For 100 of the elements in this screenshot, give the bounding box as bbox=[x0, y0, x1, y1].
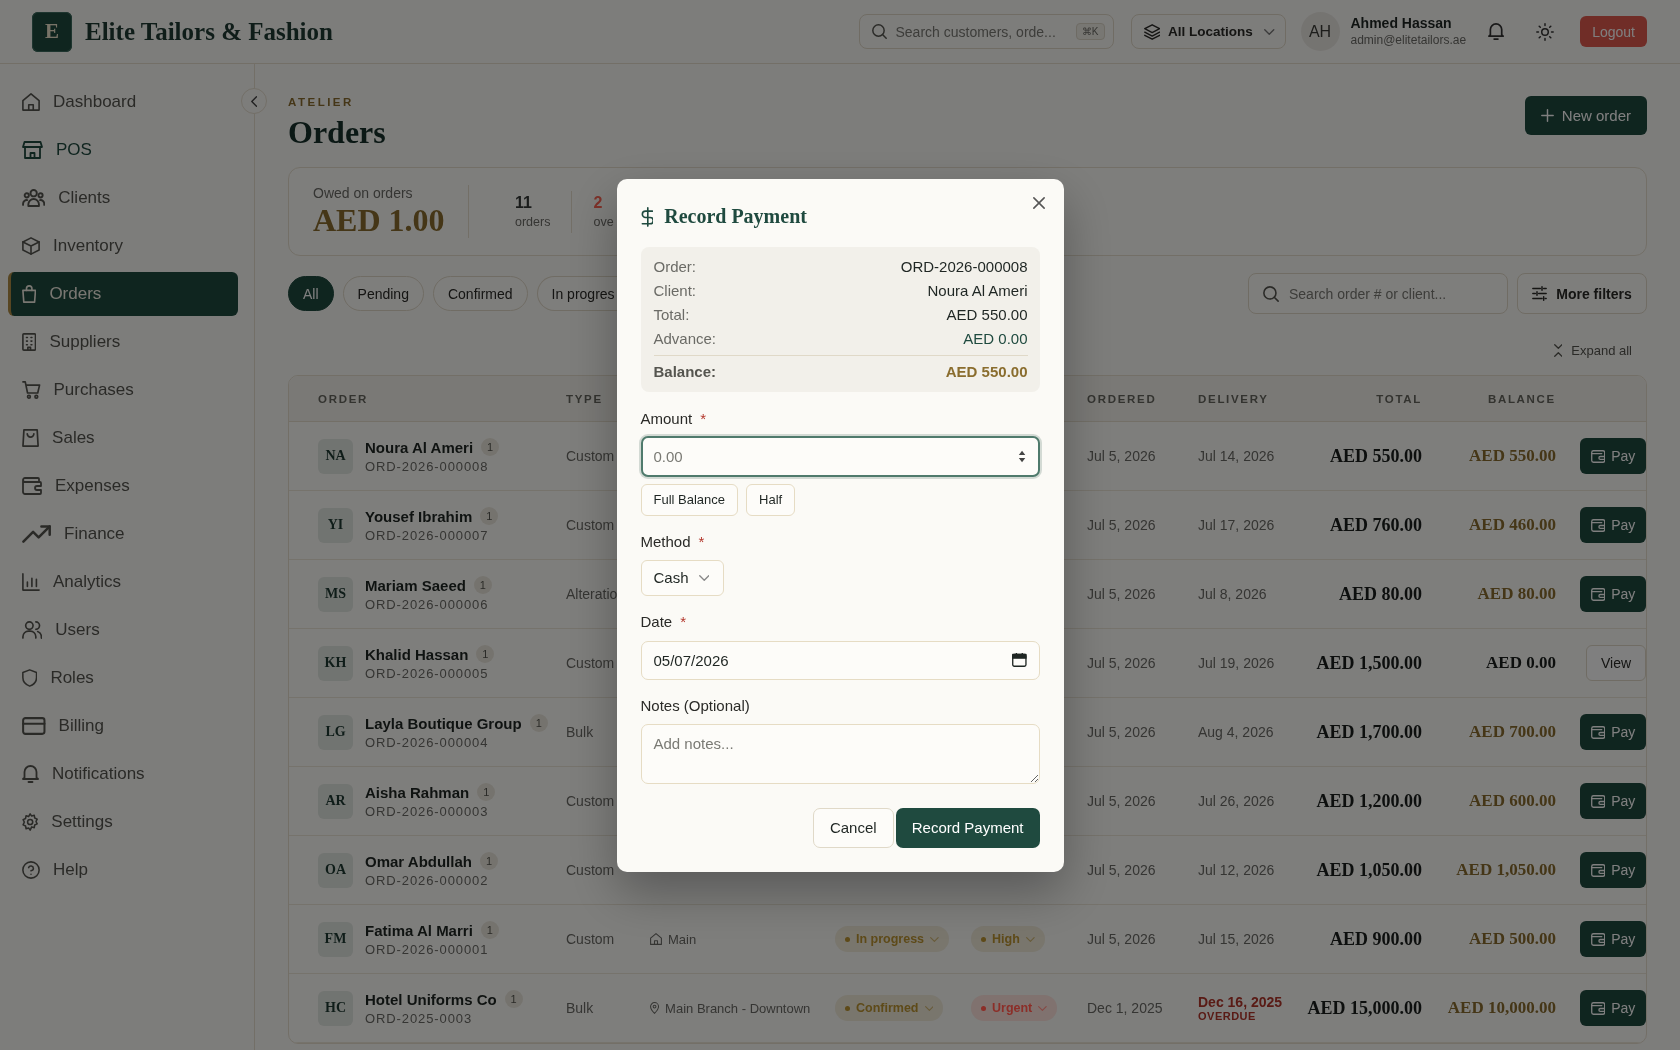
amount-field[interactable]: 0.00 bbox=[640, 435, 1040, 477]
map-pin-icon bbox=[650, 1002, 660, 1014]
ordered-date: Jul 5, 2026 bbox=[1087, 931, 1156, 947]
notes-field[interactable]: Add notes... bbox=[640, 723, 1040, 784]
bell-icon bbox=[22, 765, 39, 783]
sidebar-item[interactable]: Notifications bbox=[8, 752, 238, 796]
sidebar-item[interactable]: Users bbox=[8, 608, 238, 652]
sidebar-item[interactable]: Dashboard bbox=[8, 80, 238, 124]
filter-chip[interactable]: Pending bbox=[342, 276, 424, 311]
summary-value: AED 0.00 bbox=[963, 328, 1028, 349]
pay-button[interactable]: Pay bbox=[1580, 438, 1646, 474]
order-type: Bulk bbox=[566, 724, 594, 740]
user-name: Ahmed Hassan bbox=[1350, 14, 1453, 32]
filter-chip[interactable]: Confirmed bbox=[432, 276, 528, 311]
wallet-icon bbox=[1590, 794, 1606, 808]
logout-button[interactable]: Logout bbox=[1580, 16, 1647, 47]
cart-icon bbox=[22, 381, 41, 399]
pay-button[interactable]: Pay bbox=[1580, 507, 1646, 543]
order-total: AED 900.00 bbox=[1330, 928, 1422, 950]
user-avatar[interactable]: AH bbox=[1300, 12, 1340, 51]
cancel-button[interactable]: Cancel bbox=[812, 807, 894, 848]
sidebar-item[interactable]: Roles bbox=[8, 656, 238, 700]
filter-chip[interactable]: In progres bbox=[536, 276, 618, 311]
order-search-input[interactable]: Search order # or client... bbox=[1289, 285, 1493, 302]
method-select[interactable]: Cash bbox=[640, 559, 724, 596]
sidebar-item[interactable]: Help bbox=[8, 848, 238, 892]
item-count: 1 bbox=[480, 507, 499, 525]
dialog-title: Record Payment bbox=[664, 205, 807, 228]
shield-icon bbox=[22, 669, 38, 687]
chevrons-icon bbox=[1553, 343, 1563, 357]
status-chip[interactable]: In progress bbox=[835, 926, 949, 952]
search-input[interactable]: Search customers, orde... bbox=[895, 23, 1067, 40]
new-order-button[interactable]: New order bbox=[1524, 96, 1647, 135]
view-button[interactable]: View bbox=[1586, 645, 1646, 681]
summary-value: AED 550.00 bbox=[945, 361, 1028, 382]
expand-all-link[interactable]: Expand all bbox=[1553, 340, 1632, 360]
order-balance: AED 700.00 bbox=[1469, 722, 1556, 742]
quick-amount-button[interactable]: Half bbox=[746, 483, 796, 516]
record-payment-button[interactable]: Record Payment bbox=[895, 807, 1040, 848]
ordered-date: Jul 5, 2026 bbox=[1087, 448, 1156, 464]
order-total: AED 1,050.00 bbox=[1316, 859, 1422, 881]
filter-chip[interactable]: All bbox=[288, 276, 334, 311]
sidebar-item[interactable]: Sales bbox=[8, 416, 238, 460]
sidebar-item[interactable]: Finance bbox=[8, 512, 238, 556]
bag-icon bbox=[22, 285, 37, 303]
order-balance: AED 80.00 bbox=[1477, 584, 1556, 604]
chevron-down-icon bbox=[924, 1005, 934, 1011]
settings-icon bbox=[22, 813, 39, 831]
wallet-icon bbox=[1590, 932, 1606, 946]
sidebar-item[interactable]: Analytics bbox=[8, 560, 238, 604]
ordered-date: Jul 5, 2026 bbox=[1087, 862, 1156, 878]
order-number: ORD-2026-000007 bbox=[365, 528, 490, 543]
stepper-icon[interactable] bbox=[1018, 449, 1027, 463]
sidebar-item[interactable]: Expenses bbox=[8, 464, 238, 508]
location-select[interactable]: All Locations bbox=[1130, 14, 1286, 49]
sidebar-item[interactable]: Suppliers bbox=[8, 320, 238, 364]
sidebar-item[interactable]: Billing bbox=[8, 704, 238, 748]
delivery-date: Jul 14, 2026 bbox=[1198, 448, 1275, 464]
amount-input[interactable]: 0.00 bbox=[653, 447, 1009, 465]
order-search-field[interactable]: Search order # or client... bbox=[1248, 273, 1508, 314]
bell-icon[interactable] bbox=[1488, 23, 1505, 40]
pay-button[interactable]: Pay bbox=[1580, 990, 1646, 1026]
logo-mark[interactable]: E bbox=[32, 11, 72, 52]
sidebar-item[interactable]: Orders bbox=[8, 272, 238, 316]
delivery-date: Jul 26, 2026 bbox=[1198, 793, 1275, 809]
status-chip[interactable]: Confirmed bbox=[835, 995, 944, 1021]
close-icon[interactable] bbox=[1032, 196, 1045, 209]
priority-chip[interactable]: High bbox=[971, 926, 1045, 952]
home-icon bbox=[22, 93, 40, 111]
chevron-down-icon bbox=[698, 574, 710, 581]
sidebar-item[interactable]: Settings bbox=[8, 800, 238, 844]
date-input[interactable]: 05/07/2026 bbox=[653, 651, 1002, 669]
pay-button[interactable]: Pay bbox=[1580, 714, 1646, 750]
pay-button[interactable]: Pay bbox=[1580, 852, 1646, 888]
trend-line-icon bbox=[22, 525, 52, 543]
item-count: 1 bbox=[477, 783, 496, 801]
more-filters-button[interactable]: More filters bbox=[1517, 273, 1647, 314]
date-field[interactable]: 05/07/2026 bbox=[640, 640, 1040, 680]
sidebar-item[interactable]: Clients bbox=[8, 176, 238, 220]
quick-amount-button[interactable]: Full Balance bbox=[640, 483, 739, 516]
order-type: Custom bbox=[566, 862, 615, 878]
chevron-down-icon bbox=[930, 936, 939, 942]
stat-label: ove bbox=[593, 213, 614, 231]
pay-button[interactable]: Pay bbox=[1580, 576, 1646, 612]
wallet-icon bbox=[1590, 587, 1606, 601]
wallet-icon bbox=[1590, 863, 1606, 877]
sidebar-item[interactable]: POS bbox=[8, 128, 238, 172]
sidebar-item[interactable]: Purchases bbox=[8, 368, 238, 412]
collapse-button[interactable] bbox=[241, 88, 267, 114]
delivery-date: Dec 16, 2025 bbox=[1198, 994, 1283, 1010]
order-balance: AED 0.00 bbox=[1486, 653, 1556, 673]
sidebar-item[interactable]: Inventory bbox=[8, 224, 238, 268]
client-name: Layla Boutique Group bbox=[365, 714, 522, 732]
pay-button[interactable]: Pay bbox=[1580, 921, 1646, 957]
column-header: ORDERED bbox=[1087, 392, 1157, 405]
client-name: Fatima Al Marri bbox=[365, 921, 473, 939]
search-field[interactable]: Search customers, orde... ⌘K bbox=[858, 14, 1114, 49]
calendar-icon[interactable] bbox=[1011, 653, 1027, 667]
pay-button[interactable]: Pay bbox=[1580, 783, 1646, 819]
sun-icon[interactable] bbox=[1536, 22, 1555, 41]
